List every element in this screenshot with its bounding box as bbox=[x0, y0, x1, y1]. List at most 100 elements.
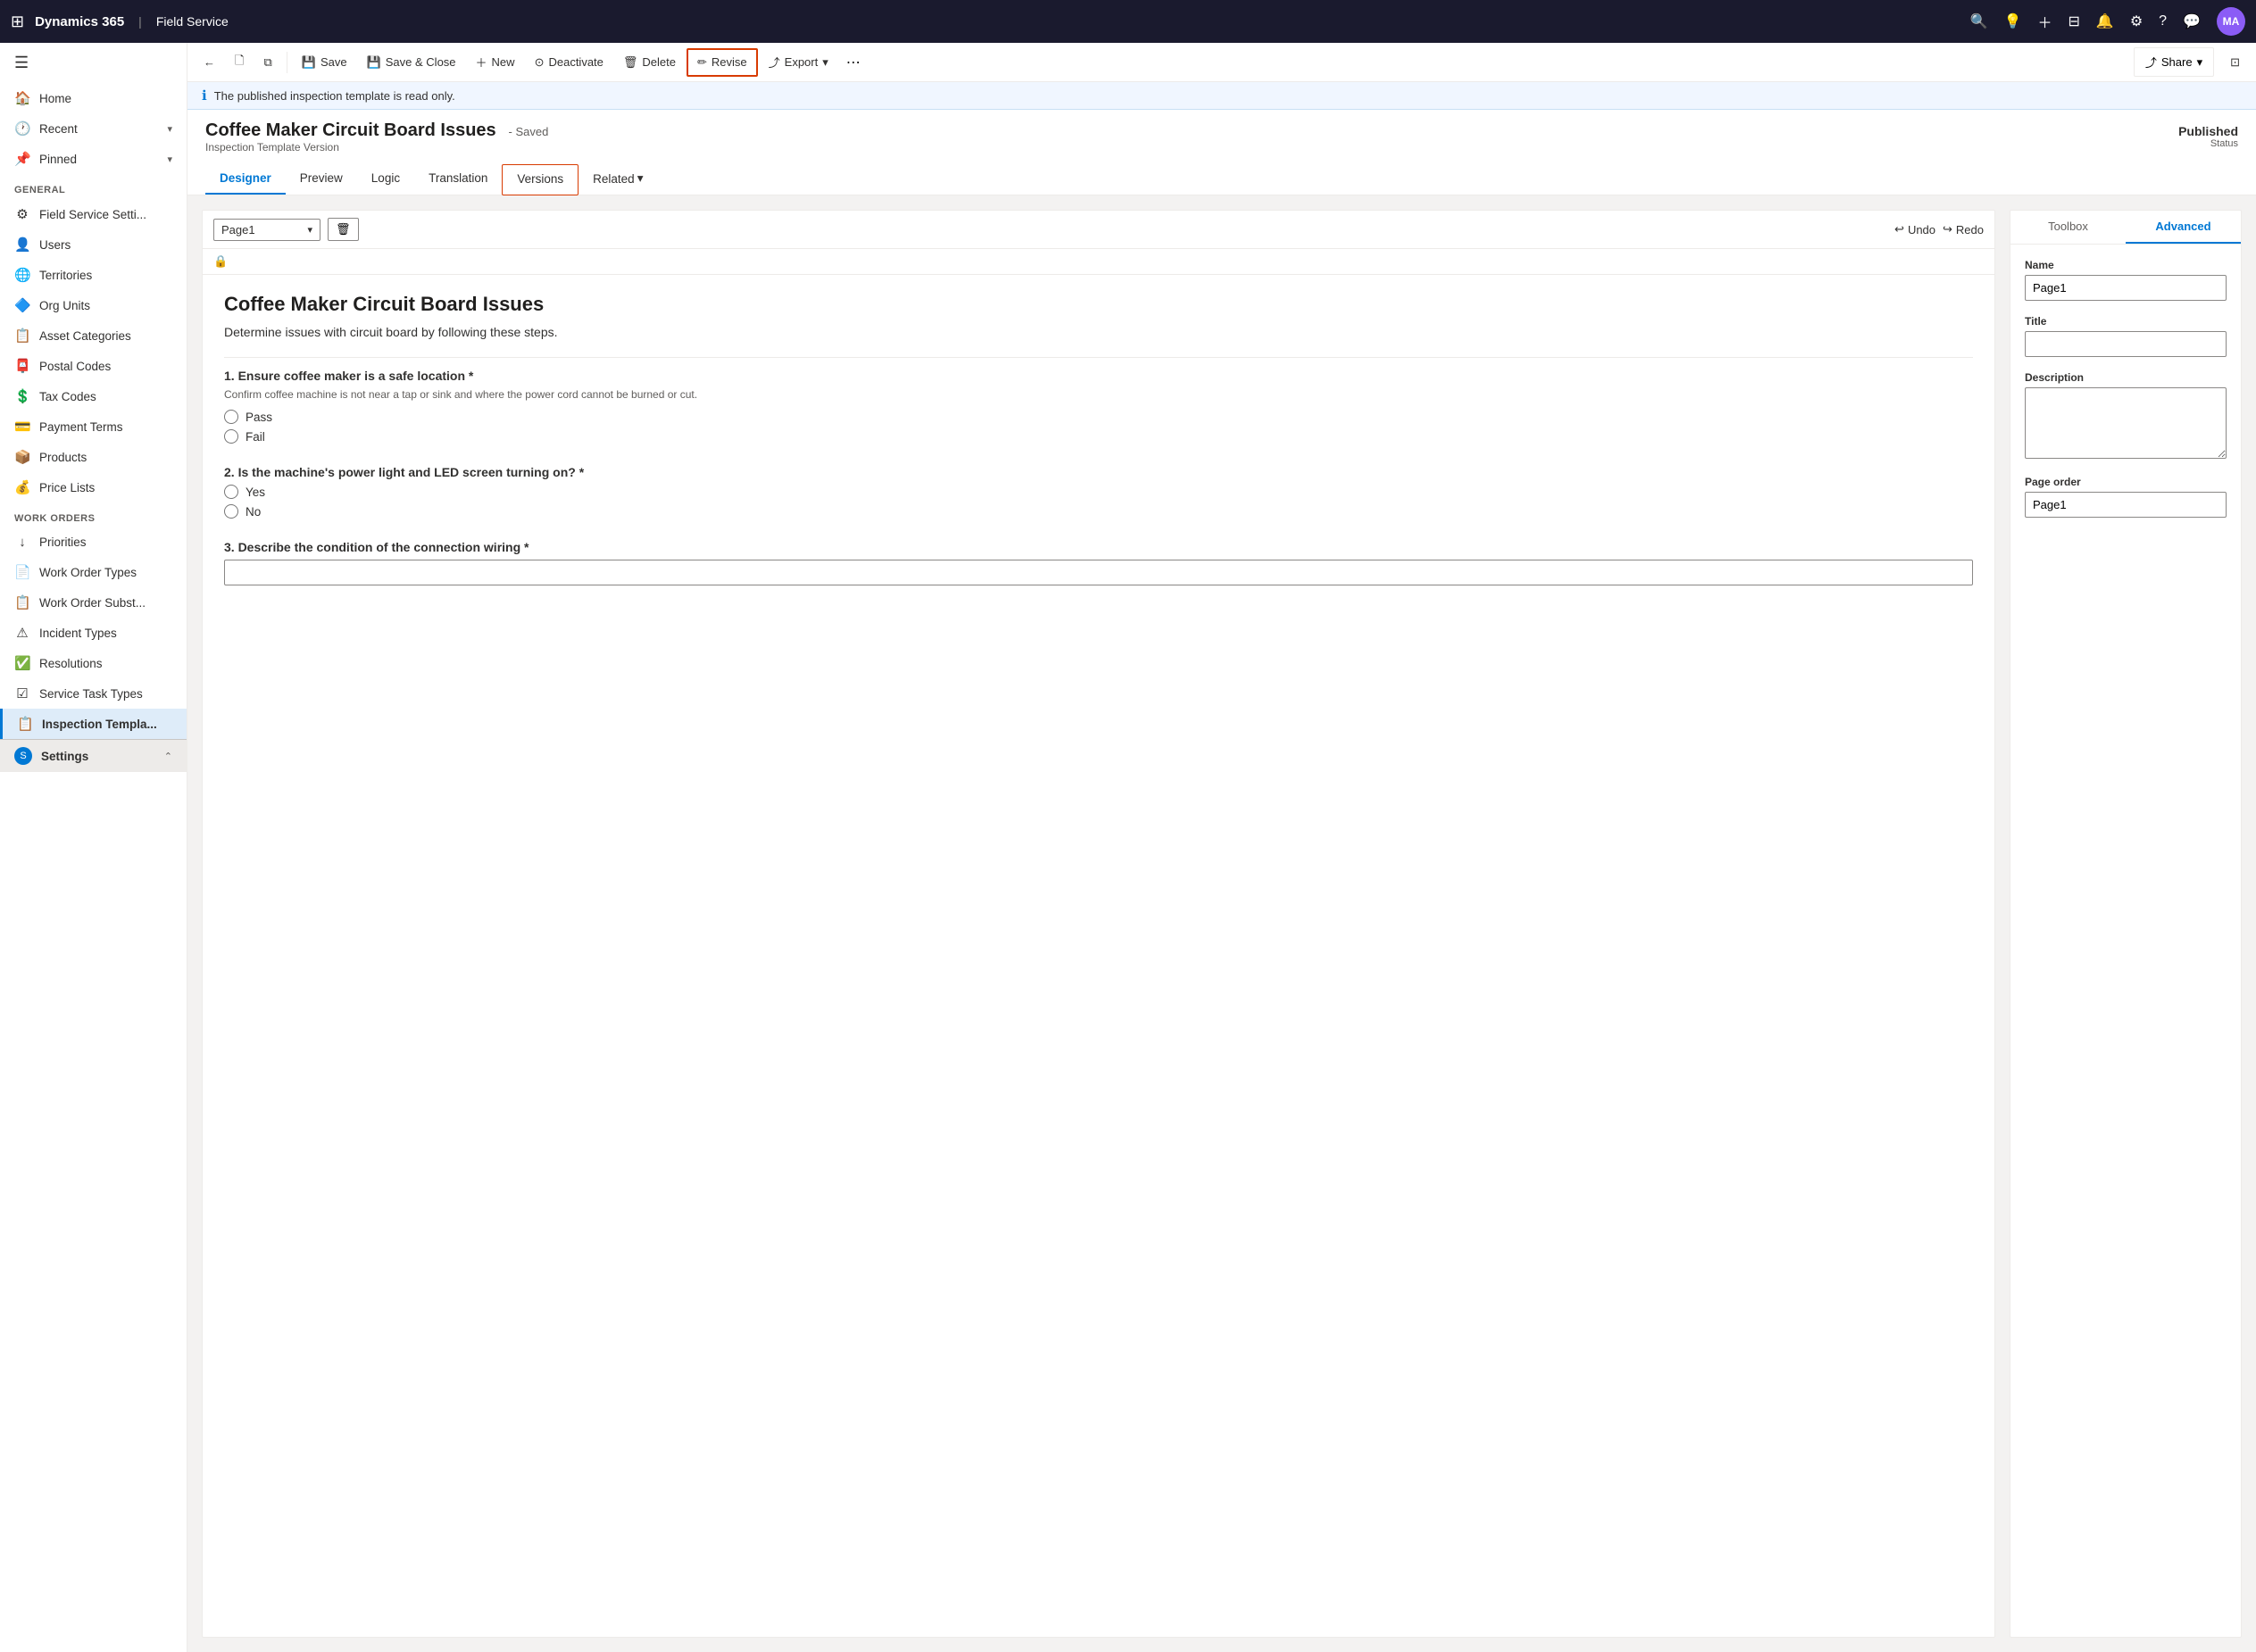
page-dropdown[interactable]: Page1 ▾ bbox=[213, 219, 321, 241]
question-3-answer-input[interactable] bbox=[224, 560, 1973, 585]
sidebar-item-tax-codes[interactable]: 💲 Tax Codes bbox=[0, 381, 187, 411]
page-order-field-label: Page order bbox=[2025, 476, 2227, 488]
export-button[interactable]: ⤴ Export ▾ bbox=[760, 48, 837, 76]
bell-icon[interactable]: 🔔 bbox=[2096, 12, 2114, 30]
top-navigation: ⊞ Dynamics 365 | Field Service 🔍 💡 ＋ ⊟ 🔔… bbox=[0, 0, 2256, 43]
deactivate-button[interactable]: ⊙ Deactivate bbox=[526, 50, 612, 75]
undo-button[interactable]: ↩ Undo bbox=[1894, 222, 1935, 237]
tab-preview[interactable]: Preview bbox=[286, 164, 357, 195]
sidebar-item-asset-categories[interactable]: 📋 Asset Categories bbox=[0, 320, 187, 351]
form-description: Determine issues with circuit board by f… bbox=[224, 325, 1973, 339]
name-field-input[interactable] bbox=[2025, 275, 2227, 301]
sidebar-item-postal-codes[interactable]: 📮 Postal Codes bbox=[0, 351, 187, 381]
user-avatar[interactable]: MA bbox=[2217, 7, 2245, 36]
page-icon-button[interactable]: 🗋 bbox=[226, 47, 253, 78]
sidebar-item-priorities[interactable]: ↓ Priorities bbox=[0, 527, 187, 557]
design-left-panel: Page1 ▾ 🗑 ↩ Undo ↪ Redo bbox=[202, 210, 1995, 1638]
asset-categories-icon: 📋 bbox=[14, 328, 30, 344]
sidebar-item-work-order-types[interactable]: 📄 Work Order Types bbox=[0, 557, 187, 587]
open-window-button[interactable]: ⧉ bbox=[254, 50, 280, 75]
panel-toggle-button[interactable]: ⊡ bbox=[2221, 50, 2249, 75]
delete-icon: 🗑 bbox=[623, 55, 638, 70]
sidebar-item-incident-types[interactable]: ⚠ Incident Types bbox=[0, 618, 187, 648]
question-1-option-fail: Fail bbox=[224, 429, 1973, 444]
delete-page-button[interactable]: 🗑 bbox=[328, 218, 359, 241]
sidebar-hamburger[interactable]: ☰ bbox=[0, 43, 187, 83]
tab-translation[interactable]: Translation bbox=[414, 164, 502, 195]
sidebar-item-resolutions[interactable]: ✅ Resolutions bbox=[0, 648, 187, 678]
sidebar-item-service-task-types[interactable]: ☑ Service Task Types bbox=[0, 678, 187, 709]
title-field-label: Title bbox=[2025, 315, 2227, 328]
q2-radio-no[interactable] bbox=[224, 504, 238, 519]
share-button[interactable]: ⤴ Share ▾ bbox=[2134, 47, 2214, 77]
tab-designer[interactable]: Designer bbox=[205, 164, 286, 195]
plus-icon[interactable]: ＋ bbox=[2037, 11, 2052, 32]
revise-button[interactable]: ✏ Revise bbox=[687, 48, 758, 77]
new-icon: ＋ bbox=[476, 54, 487, 71]
question-1-option-pass: Pass bbox=[224, 410, 1973, 424]
help-icon[interactable]: ? bbox=[2159, 13, 2167, 29]
nav-separator: | bbox=[138, 14, 142, 29]
sidebar-item-territories[interactable]: 🌐 Territories bbox=[0, 260, 187, 290]
delete-button[interactable]: 🗑 Delete bbox=[614, 50, 685, 75]
toolbar: ← 🗋 ⧉ 💾 Save 💾 Save & Close ＋ New bbox=[187, 43, 2256, 82]
new-button[interactable]: ＋ New bbox=[467, 48, 524, 76]
tab-logic[interactable]: Logic bbox=[357, 164, 414, 195]
page-order-field-group: Page order bbox=[2025, 476, 2227, 518]
title-field-input[interactable] bbox=[2025, 331, 2227, 357]
q2-radio-yes[interactable] bbox=[224, 485, 238, 499]
tab-versions[interactable]: Versions bbox=[502, 164, 579, 195]
tab-related[interactable]: Related ▾ bbox=[579, 164, 657, 195]
redo-button[interactable]: ↪ Redo bbox=[1943, 222, 1984, 237]
form-title: Coffee Maker Circuit Board Issues bbox=[224, 293, 1973, 316]
page-order-field-input[interactable] bbox=[2025, 492, 2227, 518]
right-tab-toolbox[interactable]: Toolbox bbox=[2010, 211, 2126, 244]
sidebar-label-recent: Recent bbox=[39, 122, 78, 136]
filter-icon[interactable]: ⊟ bbox=[2069, 12, 2080, 30]
page-status-block: Published Status bbox=[2178, 124, 2238, 149]
save-close-button[interactable]: 💾 Save & Close bbox=[358, 50, 465, 75]
service-task-types-icon: ☑ bbox=[14, 685, 30, 701]
right-tab-advanced[interactable]: Advanced bbox=[2126, 211, 2241, 244]
description-field-textarea[interactable] bbox=[2025, 387, 2227, 459]
sidebar-label-incident-types: Incident Types bbox=[39, 627, 117, 640]
q1-radio-pass[interactable] bbox=[224, 410, 238, 424]
sidebar-item-settings[interactable]: S Settings ⌃ bbox=[0, 739, 187, 772]
sidebar-label-work-order-subst: Work Order Subst... bbox=[39, 596, 146, 610]
grid-icon[interactable]: ⊞ bbox=[11, 12, 24, 31]
share-chevron-icon: ▾ bbox=[2197, 55, 2203, 70]
sidebar-item-pinned[interactable]: 📌 Pinned ▾ bbox=[0, 144, 187, 174]
name-field-label: Name bbox=[2025, 259, 2227, 271]
sidebar-item-price-lists[interactable]: 💰 Price Lists bbox=[0, 472, 187, 502]
chat-icon[interactable]: 💬 bbox=[2183, 12, 2201, 30]
page-status-value: Published bbox=[2178, 124, 2238, 138]
sidebar-label-inspection-templates: Inspection Templa... bbox=[42, 718, 157, 731]
pinned-icon: 📌 bbox=[14, 151, 30, 167]
back-button[interactable]: ← bbox=[195, 50, 224, 74]
sidebar-item-work-order-subst[interactable]: 📋 Work Order Subst... bbox=[0, 587, 187, 618]
sidebar-item-products[interactable]: 📦 Products bbox=[0, 442, 187, 472]
sidebar-item-payment-terms[interactable]: 💳 Payment Terms bbox=[0, 411, 187, 442]
save-button[interactable]: 💾 Save bbox=[293, 50, 356, 75]
recent-expand-icon: ▾ bbox=[167, 123, 172, 135]
gear-icon[interactable]: ⚙ bbox=[2130, 12, 2143, 30]
resolutions-icon: ✅ bbox=[14, 655, 30, 671]
sidebar-item-org-units[interactable]: 🔷 Org Units bbox=[0, 290, 187, 320]
page-icon: 🗋 bbox=[235, 53, 244, 72]
sidebar-item-recent[interactable]: 🕐 Recent ▾ bbox=[0, 113, 187, 144]
lightbulb-icon[interactable]: 💡 bbox=[2004, 12, 2022, 30]
page-title: Coffee Maker Circuit Board Issues bbox=[205, 120, 496, 140]
more-options-button[interactable]: ⋯ bbox=[839, 48, 868, 77]
sidebar-item-field-service-settings[interactable]: ⚙ Field Service Setti... bbox=[0, 199, 187, 229]
export-label: Export bbox=[785, 55, 819, 69]
sidebar-item-home[interactable]: 🏠 Home bbox=[0, 83, 187, 113]
q1-label-pass: Pass bbox=[246, 411, 272, 424]
inspection-templates-icon: 📋 bbox=[17, 716, 33, 732]
search-icon[interactable]: 🔍 bbox=[1970, 12, 1988, 30]
sidebar-item-users[interactable]: 👤 Users bbox=[0, 229, 187, 260]
q1-radio-fail[interactable] bbox=[224, 429, 238, 444]
page-title-row: Coffee Maker Circuit Board Issues - Save… bbox=[205, 120, 2238, 161]
page-header: Coffee Maker Circuit Board Issues - Save… bbox=[187, 110, 2256, 195]
delete-label: Delete bbox=[642, 55, 676, 69]
sidebar-item-inspection-templates[interactable]: 📋 Inspection Templa... bbox=[0, 709, 187, 739]
